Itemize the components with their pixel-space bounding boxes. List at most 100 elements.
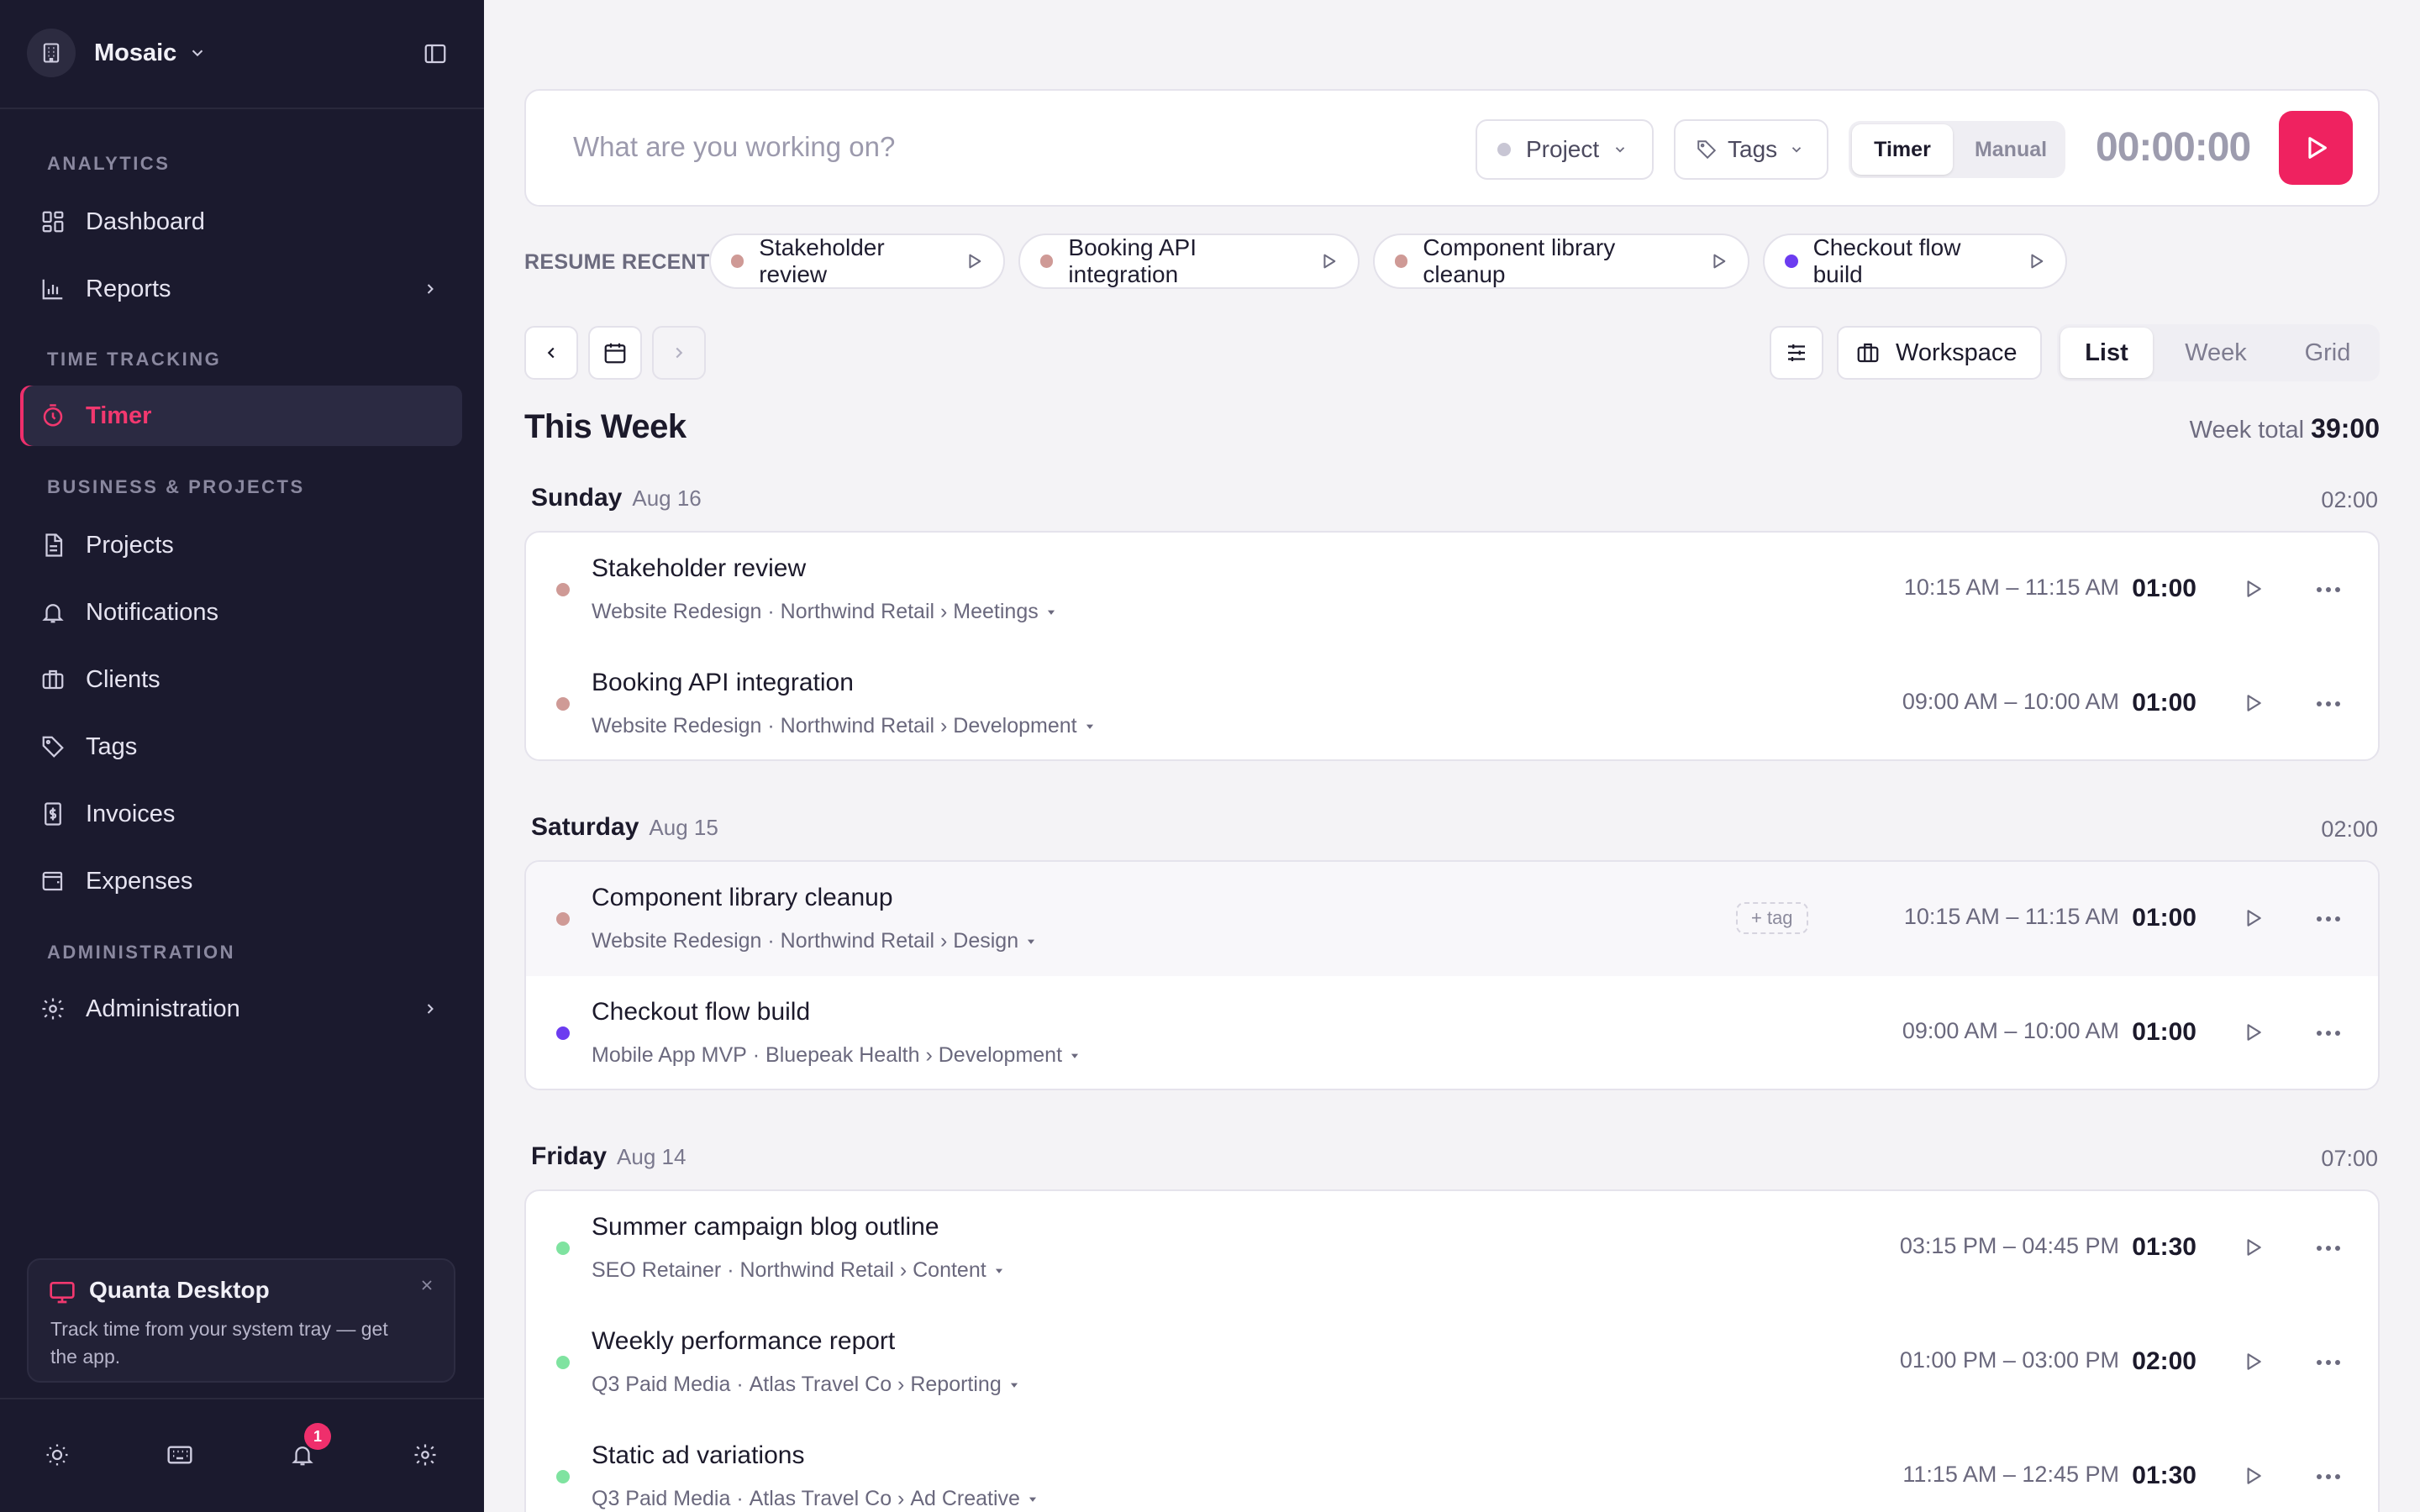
entry-title[interactable]: Booking API integration [592, 669, 854, 697]
add-tag-button[interactable]: + tag [1736, 902, 1808, 934]
entry-meta[interactable]: Q3 Paid Media · Atlas Travel Co › Ad Cre… [592, 1487, 1039, 1511]
mode-manual[interactable]: Manual [1960, 124, 2062, 175]
view-list[interactable]: List [2060, 328, 2153, 378]
sidebar-item-tags[interactable]: Tags [20, 717, 462, 777]
entry-meta[interactable]: SEO Retainer · Northwind Retail › Conten… [592, 1258, 1005, 1283]
entry-duration[interactable]: 01:00 [2132, 575, 2196, 603]
play-icon[interactable] [2242, 692, 2264, 714]
close-icon[interactable] [418, 1277, 435, 1294]
more-icon[interactable] [2316, 1359, 2341, 1366]
next-week-button[interactable] [652, 326, 706, 380]
entry-time-range[interactable]: 11:15 AM – 12:45 PM [1902, 1462, 2119, 1488]
sidebar-item-notifications[interactable]: Notifications [20, 582, 462, 643]
entry-time-range[interactable]: 10:15 AM – 11:15 AM [1904, 904, 2119, 930]
resume-chip[interactable]: Checkout flow build [1763, 234, 2067, 289]
play-icon[interactable] [2242, 1465, 2264, 1487]
entry-duration[interactable]: 01:00 [2132, 1018, 2196, 1047]
entry-title[interactable]: Static ad variations [592, 1441, 804, 1470]
entry-duration[interactable]: 02:00 [2132, 1347, 2196, 1376]
day-name: Friday [531, 1142, 608, 1170]
entry-duration[interactable]: 01:30 [2132, 1233, 2196, 1262]
entry-time-range[interactable]: 03:15 PM – 04:45 PM [1900, 1233, 2119, 1259]
entry-task: Development [938, 1043, 1063, 1067]
sidebar-item-reports[interactable]: Reports [20, 259, 462, 319]
play-icon[interactable] [2242, 1351, 2264, 1373]
mode-timer[interactable]: Timer [1852, 124, 1953, 175]
resume-chip[interactable]: Stakeholder review [709, 234, 1005, 289]
start-timer-button[interactable] [2279, 111, 2353, 185]
entry-meta[interactable]: Q3 Paid Media · Atlas Travel Co › Report… [592, 1373, 1020, 1397]
view-grid[interactable]: Grid [2279, 328, 2376, 378]
resume-chip[interactable]: Booking API integration [1018, 234, 1360, 289]
sidebar-item-clients[interactable]: Clients [20, 649, 462, 710]
time-entry[interactable]: Checkout flow build Mobile App MVP · Blu… [526, 976, 2378, 1089]
promo-text: Track time from your system tray — get t… [50, 1318, 388, 1368]
entry-client: Northwind Retail [780, 600, 935, 623]
entry-title[interactable]: Weekly performance report [592, 1327, 895, 1356]
project-select[interactable]: Project [1476, 119, 1654, 180]
time-entry[interactable]: Weekly performance report Q3 Paid Media … [526, 1305, 2378, 1420]
section-time-tracking: TIME TRACKING [47, 349, 222, 370]
play-icon[interactable] [2242, 907, 2264, 929]
description-input[interactable]: What are you working on? [573, 131, 895, 163]
sidebar-item-timer[interactable]: Timer [20, 386, 462, 446]
entry-title[interactable]: Summer campaign blog outline [592, 1213, 939, 1242]
more-icon[interactable] [2316, 916, 2341, 922]
day-card: Component library cleanup Website Redesi… [524, 860, 2380, 1090]
sidebar-item-dashboard[interactable]: Dashboard [20, 192, 462, 252]
time-entry[interactable]: Booking API integration Website Redesign… [526, 647, 2378, 759]
sidebar-item-administration[interactable]: Administration [20, 979, 462, 1039]
workspace-name: Mosaic [94, 39, 177, 66]
entry-duration[interactable]: 01:00 [2132, 904, 2196, 932]
more-icon[interactable] [2316, 1473, 2341, 1480]
entry-title[interactable]: Stakeholder review [592, 554, 806, 583]
play-icon[interactable] [2242, 1021, 2264, 1043]
entry-task: Development [953, 714, 1077, 738]
entry-time-range[interactable]: 09:00 AM – 10:00 AM [1902, 1018, 2119, 1044]
chevron-left-icon [542, 344, 560, 362]
theme-toggle-icon[interactable] [40, 1438, 74, 1472]
entry-client: Bluepeak Health [765, 1043, 920, 1067]
sidebar-item-projects[interactable]: Projects [20, 515, 462, 575]
sidebar-toggle-icon[interactable] [422, 40, 449, 67]
keyboard-icon[interactable] [163, 1438, 197, 1472]
entry-meta[interactable]: Mobile App MVP · Bluepeak Health › Devel… [592, 1043, 1081, 1068]
filters-button[interactable] [1770, 326, 1823, 380]
workspace-switcher[interactable]: Mosaic [27, 29, 207, 77]
entry-duration[interactable]: 01:00 [2132, 689, 2196, 717]
entry-time-range[interactable]: 01:00 PM – 03:00 PM [1900, 1347, 2119, 1373]
tag-icon [40, 734, 66, 759]
calendar-button[interactable] [588, 326, 642, 380]
more-icon[interactable] [2316, 1030, 2341, 1037]
entry-meta[interactable]: Website Redesign · Northwind Retail › Me… [592, 600, 1057, 624]
resume-chip[interactable]: Component library cleanup [1373, 234, 1749, 289]
entry-title[interactable]: Component library cleanup [592, 884, 893, 912]
view-switcher: List Week Grid [2057, 324, 2380, 381]
previous-week-button[interactable] [524, 326, 578, 380]
view-week[interactable]: Week [2161, 328, 2270, 378]
entry-meta[interactable]: Website Redesign · Northwind Retail › De… [592, 929, 1037, 953]
time-entry[interactable]: Summer campaign blog outline SEO Retaine… [526, 1191, 2378, 1305]
more-icon[interactable] [2316, 586, 2341, 593]
sidebar-item-expenses[interactable]: Expenses [20, 851, 462, 911]
entry-client: Northwind Retail [739, 1258, 894, 1282]
entry-meta[interactable]: Website Redesign · Northwind Retail › De… [592, 714, 1096, 738]
more-icon[interactable] [2316, 701, 2341, 707]
more-icon[interactable] [2316, 1245, 2341, 1252]
time-entry[interactable]: Static ad variations Q3 Paid Media · Atl… [526, 1420, 2378, 1512]
workspace-filter-button[interactable]: Workspace [1837, 326, 2042, 380]
time-entry[interactable]: Stakeholder review Website Redesign · No… [526, 533, 2378, 647]
play-icon[interactable] [2242, 578, 2264, 600]
entry-duration[interactable]: 01:30 [2132, 1462, 2196, 1490]
tags-select[interactable]: Tags [1674, 119, 1828, 180]
entry-time-range[interactable]: 09:00 AM – 10:00 AM [1902, 689, 2119, 715]
sidebar-item-invoices[interactable]: Invoices [20, 784, 462, 844]
notifications-bell-icon[interactable]: 1 [286, 1423, 331, 1472]
day-total: 02:00 [2321, 816, 2378, 842]
settings-icon[interactable] [408, 1438, 442, 1472]
entry-time-range[interactable]: 10:15 AM – 11:15 AM [1904, 575, 2119, 601]
time-entry[interactable]: Component library cleanup Website Redesi… [526, 862, 2378, 976]
sidebar-item-label: Reports [86, 275, 171, 302]
entry-title[interactable]: Checkout flow build [592, 998, 810, 1026]
play-icon[interactable] [2242, 1236, 2264, 1258]
